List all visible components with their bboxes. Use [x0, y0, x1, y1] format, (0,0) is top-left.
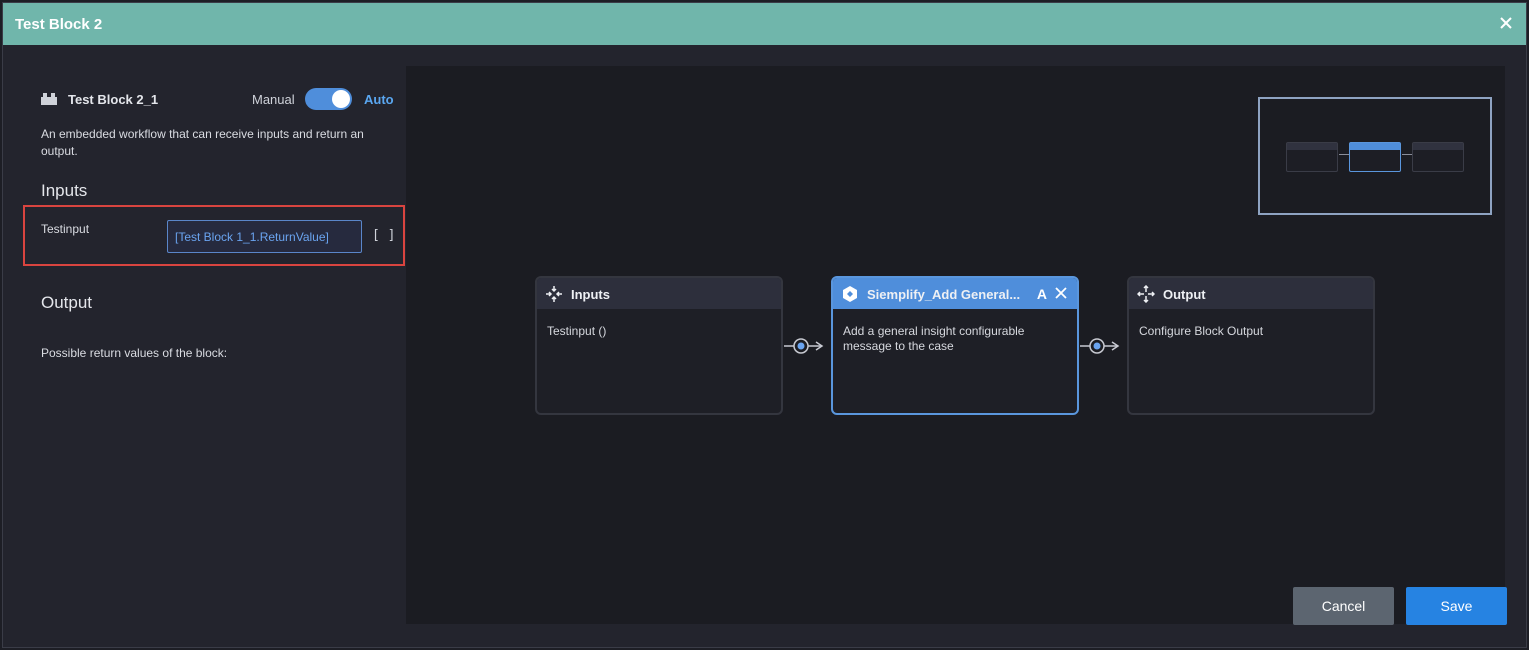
block-settings-panel: Test Block 2_1 Manual Auto An embedded w… [3, 45, 405, 647]
node-title: Inputs [571, 287, 610, 302]
mode-auto-label[interactable]: Auto [364, 92, 394, 107]
minimap-node [1286, 142, 1338, 172]
minimap-node [1349, 142, 1401, 172]
dialog-title: Test Block 2 [15, 16, 103, 33]
dialog-titlebar: Test Block 2 [3, 3, 1526, 45]
input-label: Testinput [41, 222, 90, 236]
testinput-field[interactable] [167, 220, 362, 253]
node-title: Siemplify_Add General... [867, 287, 1021, 302]
node-body: Testinput () [547, 324, 607, 338]
output-description: Possible return values of the block: [41, 346, 228, 360]
arrows-in-icon [546, 286, 562, 302]
inputs-heading: Inputs [41, 181, 88, 200]
minimap-connector [1402, 154, 1412, 155]
mode-manual-label[interactable]: Manual [252, 92, 295, 107]
node-output[interactable]: Output Configure Block Output [1127, 276, 1375, 415]
mode-toggle[interactable] [305, 88, 352, 110]
toggle-knob [332, 90, 350, 108]
arrows-out-icon [1137, 285, 1155, 303]
connector[interactable] [1080, 332, 1126, 360]
minimap-connector [1339, 154, 1349, 155]
block-icon [41, 93, 57, 105]
node-title: Output [1163, 287, 1206, 302]
node-inputs[interactable]: Inputs Testinput () [535, 276, 783, 415]
siemplify-logo-icon [843, 286, 857, 302]
auto-indicator[interactable]: A [1037, 286, 1047, 302]
node-body: Configure Block Output [1139, 324, 1264, 338]
block-dialog: Test Block 2 Test Block 2_1 Manual Auto … [2, 2, 1527, 648]
connector[interactable] [784, 332, 830, 360]
node-header: Inputs [537, 278, 781, 309]
close-icon[interactable] [1498, 15, 1514, 31]
block-description: An embedded workflow that can receive in… [41, 127, 364, 158]
workflow-canvas[interactable]: Inputs Testinput () Siemplify_Add Genera… [406, 66, 1507, 625]
minimap[interactable] [1258, 97, 1492, 215]
output-heading: Output [41, 293, 93, 312]
close-icon[interactable] [1055, 287, 1067, 299]
save-button[interactable]: Save [1406, 587, 1507, 625]
block-name: Test Block 2_1 [68, 92, 159, 107]
cancel-button[interactable]: Cancel [1293, 587, 1394, 625]
minimap-node [1412, 142, 1464, 172]
node-body: Add a general insight configurable messa… [843, 324, 1025, 353]
node-siemplify-action[interactable]: Siemplify_Add General... A Add a general… [831, 276, 1079, 415]
node-header: Output [1129, 278, 1373, 309]
list-toggle-button[interactable]: [ ] [372, 228, 395, 243]
node-header: Siemplify_Add General... A [833, 278, 1077, 309]
